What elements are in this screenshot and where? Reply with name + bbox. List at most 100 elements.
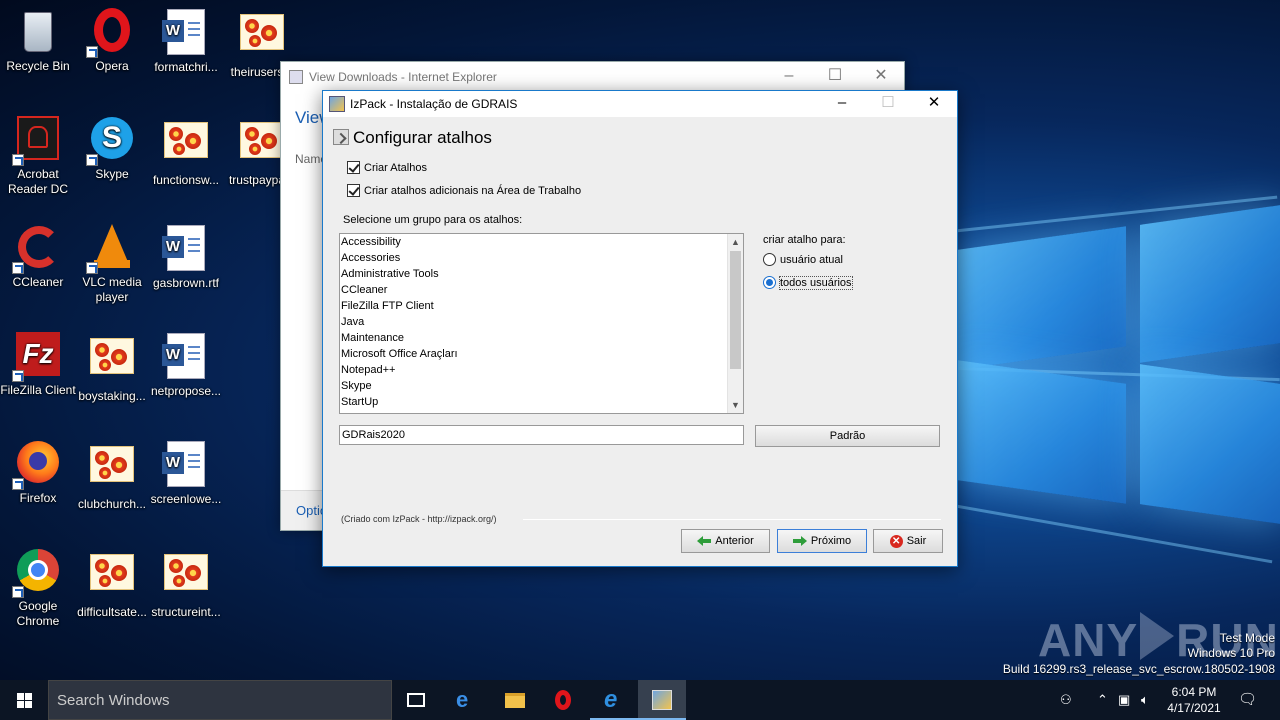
taskbar-edge[interactable]: e — [442, 680, 490, 720]
clock-time: 6:04 PM — [1171, 685, 1217, 699]
desktop-icon-skype[interactable]: S Skype — [74, 116, 150, 182]
group-name-input[interactable] — [339, 425, 744, 445]
list-item[interactable]: Java — [340, 314, 743, 330]
os-edition: Windows 10 Pro — [1187, 646, 1275, 660]
test-mode-notice: Test Mode Windows 10 Pro Build 16299.rs3… — [1003, 631, 1275, 677]
list-item[interactable]: Accessories — [340, 250, 743, 266]
list-item[interactable]: Accessibility — [340, 234, 743, 250]
default-button[interactable]: Padrão — [755, 425, 940, 447]
desktop-icon-file[interactable]: clubchurch... — [74, 440, 150, 512]
desktop-icon-firefox[interactable]: Firefox — [0, 440, 76, 506]
list-item[interactable]: Notepad++ — [340, 362, 743, 378]
radio-button-selected[interactable] — [763, 276, 776, 289]
scroll-up-arrow-icon[interactable]: ▲ — [728, 235, 743, 249]
desktop-icon-acrobat[interactable]: Acrobat Reader DC — [0, 116, 76, 197]
next-button[interactable]: Próximo — [777, 529, 867, 553]
close-button[interactable]: ✕ — [911, 91, 957, 117]
desktop-icon-ccleaner[interactable]: CCleaner — [0, 224, 76, 290]
image-file-icon — [162, 122, 210, 170]
checkbox-checked-icon[interactable] — [347, 184, 360, 197]
image-file-icon — [88, 338, 136, 386]
desktop-icon-file[interactable]: W gasbrown.rtf — [148, 224, 224, 291]
desktop-icon-filezilla[interactable]: Fz FileZilla Client — [0, 332, 76, 398]
quit-button[interactable]: ✕ Sair — [873, 529, 943, 553]
desktop-icon-label: gasbrown.rtf — [152, 276, 220, 290]
radio-all-users[interactable]: todos usuários — [763, 275, 853, 290]
list-item[interactable]: Microsoft Office Araçları — [340, 346, 743, 362]
image-file-icon — [238, 14, 286, 62]
minimize-button[interactable]: – — [766, 62, 812, 92]
desktop-icon-file[interactable]: boystaking... — [74, 332, 150, 404]
list-scrollbar[interactable]: ▲ ▼ — [727, 234, 743, 413]
next-button-label: Próximo — [810, 535, 852, 547]
list-item[interactable]: CCleaner — [340, 282, 743, 298]
stop-icon: ✕ — [889, 534, 903, 548]
izpack-credit: (Criado com IzPack - http://izpack.org/) — [341, 514, 497, 524]
create-desktop-shortcuts-checkbox[interactable]: Criar atalhos adicionais na Área de Trab… — [347, 184, 581, 197]
desktop-icon-file[interactable]: functionsw... — [148, 116, 224, 188]
close-button[interactable]: ✕ — [858, 62, 904, 92]
quit-button-label: Sair — [906, 535, 927, 547]
desktop-icon-label: FileZilla Client — [0, 383, 76, 397]
desktop-icon-file[interactable]: W formatchri... — [148, 8, 224, 75]
minimize-button[interactable]: – — [819, 91, 865, 117]
taskbar-opera[interactable] — [541, 680, 589, 720]
notifications-icon[interactable]: 🗨︎ — [1238, 690, 1257, 708]
radio-current-user[interactable]: usuário atual — [763, 253, 843, 266]
edge-icon: e — [456, 687, 469, 712]
maximize-button[interactable]: ☐ — [812, 62, 858, 92]
scroll-down-arrow-icon[interactable]: ▼ — [728, 398, 743, 412]
taskbar-clock[interactable]: 6:04 PM 4/17/2021 — [1166, 684, 1222, 716]
desktop-icon-label: Google Chrome — [16, 599, 60, 628]
list-item[interactable]: StartUp — [340, 394, 743, 410]
list-item[interactable]: Administrative Tools — [340, 266, 743, 282]
desktop-icon-file[interactable]: structureint... — [148, 548, 224, 620]
image-file-icon — [238, 122, 286, 170]
desktop-icon-vlc[interactable]: VLC media player — [74, 224, 150, 305]
people-icon[interactable]: ⚇ — [1060, 692, 1072, 708]
ie-titlebar[interactable]: View Downloads - Internet Explorer – ☐ ✕ — [281, 62, 904, 92]
clock-date: 4/17/2021 — [1167, 701, 1221, 715]
back-button-label: Anterior — [715, 535, 754, 547]
internet-explorer-icon: e — [604, 686, 618, 713]
image-file-icon — [162, 554, 210, 602]
desktop-icon-opera[interactable]: Opera — [74, 8, 150, 74]
taskbar-search-box[interactable]: Search Windows — [48, 680, 392, 720]
opera-icon — [86, 8, 136, 58]
list-item[interactable]: Maintenance — [340, 330, 743, 346]
create-shortcuts-checkbox[interactable]: Criar Atalhos — [347, 161, 427, 174]
desktop-icon-label: Skype — [95, 167, 129, 181]
desktop-icon-label: clubchurch... — [77, 497, 147, 511]
back-button[interactable]: Anterior — [681, 529, 770, 553]
scrollbar-thumb[interactable] — [730, 251, 741, 369]
desktop-icon-label: VLC media player — [82, 275, 142, 304]
desktop-icon-recycle-bin[interactable]: Recycle Bin — [0, 8, 76, 74]
ie-window-title: View Downloads - Internet Explorer — [309, 70, 497, 84]
network-icon[interactable]: ▣ — [1118, 692, 1130, 708]
radio-button[interactable] — [763, 253, 776, 266]
taskbar-izpack[interactable] — [638, 680, 686, 720]
izpack-installer-window[interactable]: IzPack - Instalação de GDRAIS – ☐ ✕ Conf… — [322, 90, 958, 567]
word-document-icon: W — [162, 333, 210, 381]
desktop-icon-file[interactable]: difficultsate... — [74, 548, 150, 620]
desktop-icon-file[interactable]: W netpropose... — [148, 332, 224, 399]
arrow-left-icon — [697, 536, 712, 546]
chevron-up-icon[interactable]: ⌃ — [1097, 692, 1108, 708]
desktop-icon-label: Acrobat Reader DC — [7, 167, 69, 196]
desktop-icon-label: structureint... — [151, 605, 221, 619]
desktop-icon-chrome[interactable]: Google Chrome — [0, 548, 76, 629]
izpack-window-title: IzPack - Instalação de GDRAIS — [350, 97, 518, 111]
izpack-titlebar[interactable]: IzPack - Instalação de GDRAIS – ☐ ✕ — [323, 91, 957, 117]
list-item[interactable]: FileZilla FTP Client — [340, 298, 743, 314]
task-view-button[interactable] — [392, 680, 440, 720]
taskbar-internet-explorer[interactable]: e — [590, 680, 638, 720]
program-group-list[interactable]: Accessibility Accessories Administrative… — [339, 233, 744, 414]
checkbox-checked-icon[interactable] — [347, 161, 360, 174]
acrobat-icon — [12, 116, 62, 166]
taskbar-file-explorer[interactable] — [491, 680, 539, 720]
start-button[interactable] — [0, 680, 48, 720]
desktop-icon-file[interactable]: W screenlowe... — [148, 440, 224, 507]
volume-icon[interactable]: 🔈︎ — [1141, 692, 1149, 708]
list-item[interactable]: Skype — [340, 378, 743, 394]
shortcut-panel-icon — [333, 129, 349, 145]
